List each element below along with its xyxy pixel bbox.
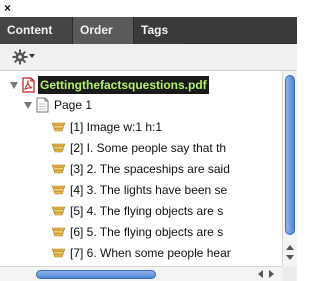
item-label: [3] 2. The spaceships are said: [70, 162, 230, 176]
tab-order[interactable]: Order: [73, 17, 134, 44]
scroll-down-arrow-icon[interactable]: [286, 255, 294, 260]
tree-item[interactable]: [3] 2. The spaceships are said: [0, 159, 282, 179]
panel-top-bar: ×: [0, 0, 297, 17]
gear-icon[interactable]: [12, 49, 28, 65]
tree-item[interactable]: [6] 5. The flying objects are s: [0, 222, 282, 242]
pdf-icon: [22, 77, 35, 93]
item-label: [4] 3. The lights have been se: [70, 183, 228, 197]
content-item-icon: [51, 122, 66, 132]
tab-content[interactable]: Content: [0, 17, 73, 44]
tree-item[interactable]: [4] 3. The lights have been se: [0, 180, 282, 200]
document-label: Gettingthefactsquestions.pdf: [38, 76, 209, 94]
vertical-scroll-thumb[interactable]: [285, 75, 295, 235]
item-label: [6] 5. The flying objects are s: [70, 225, 224, 239]
content-item-icon: [51, 143, 66, 153]
order-panel: × Content Order Tags Gettingthefactsques…: [0, 0, 297, 281]
expand-triangle-icon[interactable]: [24, 102, 32, 109]
options-toolbar: [0, 44, 297, 71]
content-item-icon: [51, 164, 66, 174]
scroll-right-arrow-icon[interactable]: [269, 270, 274, 278]
tab-tags[interactable]: Tags: [134, 17, 184, 44]
tab-bar: Content Order Tags: [0, 17, 297, 44]
tree-item[interactable]: [2] I. Some people say that th: [0, 138, 282, 158]
close-icon[interactable]: ×: [4, 1, 11, 15]
vertical-scrollbar[interactable]: [282, 71, 297, 266]
page-icon: [36, 97, 49, 113]
content-item-icon: [51, 206, 66, 216]
chevron-down-icon[interactable]: [29, 54, 35, 58]
tree-row-document[interactable]: Gettingthefactsquestions.pdf: [0, 75, 282, 95]
tree-item[interactable]: [1] Image w:1 h:1: [0, 117, 282, 137]
content-item-icon: [51, 227, 66, 237]
item-label: [1] Image w:1 h:1: [70, 120, 163, 134]
horizontal-scroll-thumb[interactable]: [36, 270, 156, 279]
content-item-icon: [51, 248, 66, 258]
scroll-left-arrow-icon[interactable]: [258, 270, 263, 278]
order-tree: Gettingthefactsquestions.pdf Page 1 [1] …: [0, 71, 282, 266]
content-item-icon: [51, 185, 66, 195]
page-label: Page 1: [54, 98, 93, 112]
item-label: [5] 4. The flying objects are s: [70, 204, 224, 218]
horizontal-scrollbar[interactable]: [0, 266, 282, 281]
item-label: [2] I. Some people say that th: [70, 141, 227, 155]
scrollbar-corner: [282, 266, 297, 281]
tree-item[interactable]: [5] 4. The flying objects are s: [0, 201, 282, 221]
scroll-up-arrow-icon[interactable]: [286, 245, 294, 250]
tree-row-page[interactable]: Page 1: [0, 95, 282, 115]
expand-triangle-icon[interactable]: [10, 82, 18, 89]
item-label: [7] 6. When some people hear: [70, 246, 231, 260]
tree-item[interactable]: [7] 6. When some people hear: [0, 243, 282, 263]
